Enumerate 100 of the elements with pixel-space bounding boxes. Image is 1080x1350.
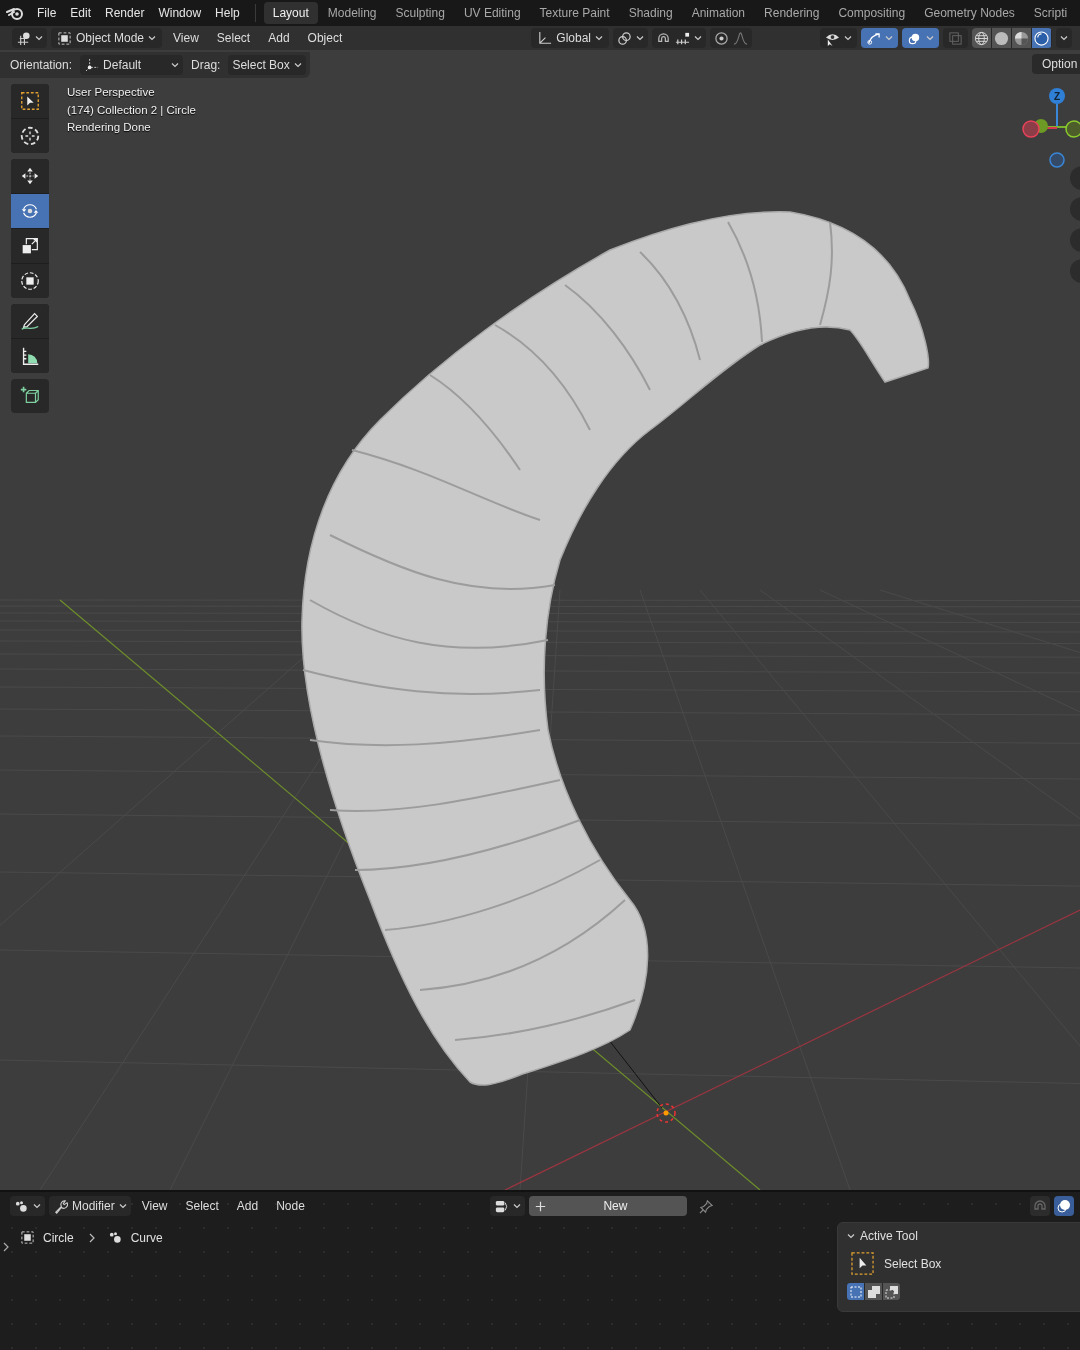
viewport-info-text: User Perspective bbox=[67, 85, 156, 100]
node-tree-icon bbox=[493, 1198, 509, 1214]
menu-item[interactable]: Render bbox=[98, 6, 152, 20]
workspace-tab[interactable]: Modeling bbox=[318, 2, 386, 24]
tool-name: Select Box bbox=[884, 1256, 942, 1271]
move-axes-icon bbox=[84, 57, 100, 73]
object-square-icon bbox=[57, 30, 72, 46]
axes-sphere-icon bbox=[16, 30, 31, 46]
chevron-icon bbox=[293, 61, 302, 69]
workspace-tab[interactable]: Sculpting bbox=[386, 2, 454, 24]
origin-icon[interactable] bbox=[656, 1103, 676, 1123]
chevron-icon bbox=[926, 34, 934, 42]
menu-item[interactable]: File bbox=[30, 6, 64, 20]
dots-icon bbox=[107, 1230, 123, 1245]
menu-item[interactable]: Node bbox=[269, 1199, 312, 1213]
workspace-tab[interactable]: Scripti bbox=[1024, 2, 1077, 24]
menu-item[interactable]: View bbox=[134, 1199, 175, 1213]
workspace-tab[interactable]: Compositing bbox=[829, 2, 915, 24]
viewport-info-text: (174) Collection 2 | Circle bbox=[67, 102, 196, 118]
orientation-dropdown[interactable]: Default bbox=[80, 55, 184, 75]
rotate-tool-button[interactable] bbox=[11, 194, 49, 228]
chevron-icon bbox=[512, 1202, 521, 1210]
blender-logo-icon[interactable] bbox=[6, 6, 24, 20]
material-shading-button[interactable] bbox=[1012, 28, 1031, 48]
workspace-tab[interactable]: Rendering bbox=[755, 2, 829, 24]
chevron-icon bbox=[595, 34, 603, 42]
chevron-icon bbox=[118, 1202, 127, 1210]
menu-item[interactable]: Edit bbox=[63, 6, 99, 20]
orientation-dropdown[interactable]: Global bbox=[531, 28, 609, 48]
xray-icon bbox=[948, 30, 963, 46]
new-button[interactable]: New bbox=[528, 1196, 687, 1216]
rendered-shading-button[interactable] bbox=[1032, 28, 1051, 48]
curved-segmented-model-drawing[interactable] bbox=[301, 211, 930, 1086]
set-mode-button[interactable] bbox=[847, 1283, 864, 1300]
wireframe-sphere-icon bbox=[974, 30, 989, 46]
increment-icon bbox=[675, 30, 690, 46]
extend-mode-button[interactable] bbox=[865, 1283, 882, 1300]
chevron-icon bbox=[171, 61, 180, 69]
axes-icon bbox=[537, 30, 553, 46]
arrows-icon bbox=[19, 165, 41, 187]
chevron-icon bbox=[694, 34, 702, 42]
chevron-icon bbox=[885, 34, 893, 42]
solid-shading-button[interactable] bbox=[992, 28, 1011, 48]
workspace-tab[interactable]: UV Editing bbox=[454, 2, 530, 24]
options-button[interactable]: Option bbox=[1032, 54, 1080, 74]
selection-mode-icon bbox=[848, 1284, 863, 1299]
pencil-icon bbox=[19, 310, 41, 332]
chevron-icon bbox=[35, 34, 43, 42]
measure-tool-button[interactable] bbox=[11, 339, 49, 373]
transform-icon bbox=[19, 270, 41, 292]
browse-button[interactable] bbox=[489, 1196, 525, 1216]
scale-tool-button[interactable] bbox=[11, 229, 49, 263]
solid-sphere-icon bbox=[994, 30, 1009, 46]
chevron-icon bbox=[844, 34, 852, 42]
menu-item[interactable]: Object bbox=[300, 31, 350, 45]
wireframe-shading-button[interactable] bbox=[972, 28, 991, 48]
chevron-icon bbox=[847, 1232, 855, 1240]
rendered-sphere-icon bbox=[1034, 30, 1049, 46]
shading-options-button[interactable] bbox=[1056, 28, 1072, 48]
target-circle-icon bbox=[714, 30, 729, 46]
workspace-tab[interactable]: Animation bbox=[682, 2, 755, 24]
transform-tool-button[interactable] bbox=[11, 264, 49, 298]
select-tool-button[interactable] bbox=[11, 84, 49, 118]
workspace-tab[interactable]: Layout bbox=[263, 2, 318, 24]
menu-item[interactable]: Select bbox=[209, 31, 258, 45]
editor-type-button[interactable] bbox=[10, 1196, 45, 1216]
menu-item[interactable]: View bbox=[166, 31, 206, 45]
selection-mode-icon bbox=[884, 1284, 899, 1299]
snap-button[interactable] bbox=[652, 28, 706, 48]
subtract-mode-button[interactable] bbox=[883, 1283, 900, 1300]
breadcrumb-item: Curve bbox=[130, 1230, 163, 1245]
pin-icon[interactable] bbox=[698, 1198, 714, 1214]
menu-item[interactable]: Help bbox=[208, 6, 247, 20]
editor-type-button[interactable] bbox=[12, 28, 47, 48]
visibility-toggle[interactable] bbox=[820, 28, 857, 48]
add-cube-tool-button[interactable] bbox=[11, 379, 49, 413]
menu-item[interactable]: Add bbox=[229, 1199, 266, 1213]
chevron-icon bbox=[636, 34, 644, 42]
overlay-toggle[interactable] bbox=[902, 28, 939, 48]
material-sphere-icon bbox=[1014, 30, 1029, 46]
panel-header[interactable]: Active Tool bbox=[838, 1223, 1080, 1243]
workspace-tab[interactable]: Shading bbox=[619, 2, 682, 24]
gizmo-toggle[interactable] bbox=[861, 28, 898, 48]
workspace-tab[interactable]: Geometry Nodes bbox=[915, 2, 1024, 24]
overlay-icon[interactable] bbox=[1054, 1196, 1074, 1216]
cursor-tool-button[interactable] bbox=[11, 119, 49, 153]
annotate-tool-button[interactable] bbox=[11, 304, 49, 338]
navigation-gizmo[interactable]: Z bbox=[1022, 88, 1080, 168]
drag-dropdown[interactable]: Select Box bbox=[228, 55, 306, 75]
xray-toggle[interactable] bbox=[943, 28, 968, 48]
pivot-button[interactable] bbox=[613, 28, 648, 48]
proportional-editing-button[interactable] bbox=[710, 28, 752, 48]
menu-item[interactable]: Select bbox=[178, 1199, 226, 1213]
move-tool-button[interactable] bbox=[11, 159, 49, 193]
chevron-right-icon bbox=[87, 1232, 96, 1243]
workspace-tab[interactable]: Texture Paint bbox=[530, 2, 619, 24]
menu-item[interactable]: Add bbox=[261, 31, 297, 45]
menu-item[interactable]: Window bbox=[151, 6, 209, 20]
context-dropdown[interactable]: Modifier bbox=[49, 1196, 131, 1216]
mode-dropdown[interactable]: Object Mode bbox=[51, 28, 163, 48]
